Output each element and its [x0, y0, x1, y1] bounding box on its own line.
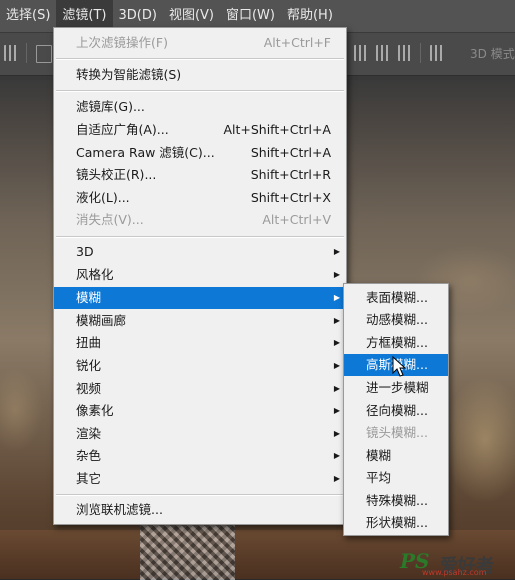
menu-item-other[interactable]: 其它 ▶ [54, 468, 346, 490]
menu-item-blur-gallery[interactable]: 模糊画廊 ▶ [54, 310, 346, 332]
submenu-arrow-icon: ▶ [333, 361, 340, 370]
submenu-item-radial-blur[interactable]: 径向模糊... [344, 400, 448, 422]
submenu-item-shape-blur[interactable]: 形状模糊... [344, 512, 448, 534]
submenu-arrow-icon: ▶ [333, 270, 340, 279]
submenu-item-surface-blur[interactable]: 表面模糊... [344, 287, 448, 309]
submenu-arrow-icon: ▶ [333, 474, 340, 483]
menu-item-vanishing-point[interactable]: 消失点(V)... Alt+Ctrl+V [54, 209, 346, 231]
menu-item-video[interactable]: 视频 ▶ [54, 378, 346, 400]
canvas-glass-object [140, 520, 235, 580]
align-left-icon[interactable] [4, 45, 18, 61]
auto-align-icon[interactable] [430, 45, 444, 61]
submenu-arrow-icon: ▶ [333, 451, 340, 460]
distribute-icon[interactable] [354, 45, 368, 61]
menu-item-3d[interactable]: 3D ▶ [54, 241, 346, 263]
menu-divider [56, 236, 344, 238]
menu-item-noise[interactable]: 杂色 ▶ [54, 445, 346, 467]
menu-item-adaptive-wide-angle[interactable]: 自适应广角(A)... Alt+Shift+Ctrl+A [54, 119, 346, 141]
site-watermark: PS 爱好者 www.psahz.com [400, 549, 512, 577]
menu-item-distort[interactable]: 扭曲 ▶ [54, 332, 346, 354]
blur-submenu: 表面模糊... 动感模糊... 方框模糊... 高斯模糊... 进一步模糊 径向… [343, 283, 449, 536]
menu-item-convert-smart-filter[interactable]: 转换为智能滤镜(S) [54, 64, 346, 86]
menu-item-render[interactable]: 渲染 ▶ [54, 423, 346, 445]
menu-select[interactable]: 选择(S) [0, 0, 56, 32]
submenu-item-average[interactable]: 平均 [344, 467, 448, 489]
menu-item-camera-raw[interactable]: Camera Raw 滤镜(C)... Shift+Ctrl+A [54, 142, 346, 164]
submenu-item-lens-blur[interactable]: 镜头模糊... [344, 422, 448, 444]
submenu-arrow-icon: ▶ [333, 384, 340, 393]
submenu-item-smart-blur[interactable]: 特殊模糊... [344, 490, 448, 512]
menu-item-liquify[interactable]: 液化(L)... Shift+Ctrl+X [54, 187, 346, 209]
submenu-arrow-icon: ▶ [333, 247, 340, 256]
submenu-arrow-icon: ▶ [333, 429, 340, 438]
menu-item-stylize[interactable]: 风格化 ▶ [54, 264, 346, 286]
toolbar-separator [420, 43, 421, 63]
submenu-item-box-blur[interactable]: 方框模糊... [344, 332, 448, 354]
menu-item-sharpen[interactable]: 锐化 ▶ [54, 355, 346, 377]
distribute-center-icon[interactable] [376, 45, 390, 61]
distribute-right-icon[interactable] [398, 45, 412, 61]
submenu-arrow-icon: ▶ [333, 406, 340, 415]
menu-item-blur[interactable]: 模糊 ▶ [54, 287, 346, 309]
align-top-icon[interactable] [36, 45, 52, 63]
menu-item-pixelate[interactable]: 像素化 ▶ [54, 400, 346, 422]
filter-menu: 上次滤镜操作(F) Alt+Ctrl+F 转换为智能滤镜(S) 滤镜库(G)..… [53, 27, 347, 525]
mouse-cursor-icon [392, 356, 406, 377]
menu-divider [56, 90, 344, 92]
menu-divider [56, 494, 344, 496]
menu-divider [56, 58, 344, 60]
submenu-item-blur[interactable]: 模糊 [344, 445, 448, 467]
submenu-item-motion-blur[interactable]: 动感模糊... [344, 309, 448, 331]
menu-item-filter-gallery[interactable]: 滤镜库(G)... [54, 96, 346, 118]
menu-item-last-filter[interactable]: 上次滤镜操作(F) Alt+Ctrl+F [54, 32, 346, 54]
menu-item-lens-correction[interactable]: 镜头校正(R)... Shift+Ctrl+R [54, 164, 346, 186]
submenu-arrow-icon: ▶ [333, 293, 340, 302]
submenu-arrow-icon: ▶ [333, 316, 340, 325]
submenu-item-blur-more[interactable]: 进一步模糊 [344, 377, 448, 399]
3d-mode-label[interactable]: 3D 模式 [470, 45, 515, 62]
menu-item-browse-online-filters[interactable]: 浏览联机滤镜... [54, 499, 346, 521]
watermark-url: www.psahz.com [422, 568, 487, 577]
toolbar-separator [26, 43, 27, 63]
submenu-arrow-icon: ▶ [333, 338, 340, 347]
